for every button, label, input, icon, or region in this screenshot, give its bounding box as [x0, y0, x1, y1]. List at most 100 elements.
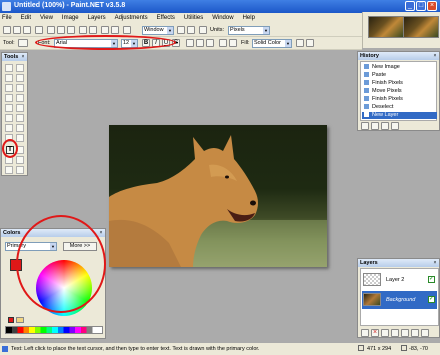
undo-icon[interactable]	[371, 122, 379, 130]
ruler-icon[interactable]	[199, 26, 207, 34]
deselect-icon[interactable]	[89, 26, 97, 34]
freeform-shape-tool[interactable]	[16, 166, 24, 174]
close-icon[interactable]: ×	[98, 230, 104, 236]
zoom-tool[interactable]	[5, 84, 13, 92]
zoom-select[interactable]: Window ▼	[142, 26, 174, 35]
layer-visibility-checkbox[interactable]: ✓	[428, 276, 435, 283]
menu-image[interactable]: Image	[62, 15, 79, 21]
layers-panel: Layers × Layer 2 ✓ Background ✓ ×	[357, 258, 440, 338]
units-select[interactable]: Pixels ▼	[228, 26, 270, 35]
ellipse-select-tool[interactable]	[16, 94, 24, 102]
fast-forward-icon[interactable]	[391, 122, 399, 130]
finish-pixels-icon	[364, 96, 369, 102]
ellipse-tool[interactable]	[5, 166, 13, 174]
history-item[interactable]: Deselect	[364, 104, 393, 111]
pencil-tool[interactable]	[5, 124, 13, 132]
move-selected-tool[interactable]	[16, 74, 24, 82]
maximize-button[interactable]: □	[416, 1, 426, 11]
merge-layer-icon[interactable]	[391, 329, 399, 337]
rewind-icon[interactable]	[361, 122, 369, 130]
layer-row[interactable]: Layer 2 ✓	[362, 271, 437, 289]
save-icon[interactable]	[23, 26, 31, 34]
palette-menu-icon[interactable]	[16, 317, 24, 323]
layer-visibility-checkbox[interactable]: ✓	[428, 296, 435, 303]
menu-layers[interactable]: Layers	[88, 15, 106, 21]
redo-icon[interactable]	[381, 122, 389, 130]
chevron-down-icon: ▼	[167, 27, 173, 34]
antialias-icon[interactable]	[219, 39, 227, 47]
palette-primary[interactable]	[8, 317, 14, 323]
add-layer-icon[interactable]	[361, 329, 369, 337]
new-file-icon[interactable]	[3, 26, 11, 34]
menu-adjustments[interactable]: Adjustments	[115, 15, 148, 21]
history-item[interactable]: Finish Pixels	[364, 96, 403, 103]
image-canvas[interactable]	[109, 125, 327, 267]
history-item[interactable]: Finish Pixels	[364, 80, 403, 87]
lasso-select-tool[interactable]	[5, 74, 13, 82]
menu-utilities[interactable]: Utilities	[184, 15, 203, 21]
layer-properties-icon[interactable]	[421, 329, 429, 337]
menu-help[interactable]: Help	[243, 15, 255, 21]
recolor-tool[interactable]	[16, 134, 24, 142]
menu-view[interactable]: View	[40, 15, 53, 21]
annotation-circle	[35, 35, 176, 50]
color-palette[interactable]	[5, 326, 103, 334]
zoom-out-icon[interactable]	[187, 26, 195, 34]
paste-icon[interactable]	[67, 26, 75, 34]
align-left-icon[interactable]	[186, 39, 194, 47]
menu-window[interactable]: Window	[212, 15, 233, 21]
move-selection-tool[interactable]	[16, 64, 24, 72]
paintbrush-tool[interactable]	[5, 114, 13, 122]
close-icon[interactable]: ×	[432, 260, 438, 266]
selection-mode-icon[interactable]	[306, 39, 314, 47]
rendering-icon[interactable]	[296, 39, 304, 47]
cut-icon[interactable]	[47, 26, 55, 34]
close-icon[interactable]: ×	[432, 53, 438, 59]
menu-edit[interactable]: Edit	[21, 15, 31, 21]
eraser-tool[interactable]	[16, 114, 24, 122]
history-item-selected[interactable]: New Layer	[362, 112, 437, 119]
print-icon[interactable]	[35, 26, 43, 34]
pan-tool[interactable]	[5, 94, 13, 102]
history-item[interactable]: Move Pixels	[364, 88, 402, 95]
grid-icon[interactable]	[123, 26, 131, 34]
magic-wand-tool[interactable]	[16, 84, 24, 92]
image-thumbnail[interactable]	[368, 16, 404, 38]
paint-bucket-tool[interactable]	[5, 104, 13, 112]
history-list: New Image Paste Finish Pixels Move Pixel…	[360, 61, 437, 121]
undo-icon[interactable]	[101, 26, 109, 34]
delete-layer-icon[interactable]: ×	[371, 329, 379, 337]
align-right-icon[interactable]	[206, 39, 214, 47]
close-button[interactable]: ×	[427, 1, 437, 11]
move-layer-down-icon[interactable]	[411, 329, 419, 337]
tool-label: Tool:	[3, 40, 15, 46]
tool-picker[interactable]	[18, 39, 28, 47]
color-picker-tool[interactable]	[16, 124, 24, 132]
rounded-rectangle-tool[interactable]	[16, 156, 24, 164]
blend-mode-icon[interactable]	[229, 39, 237, 47]
close-icon[interactable]: ×	[20, 54, 26, 60]
open-file-icon[interactable]	[13, 26, 21, 34]
layer-name: Background	[386, 297, 416, 303]
chevron-down-icon: ▼	[285, 40, 291, 47]
layer-row-selected[interactable]: Background ✓	[362, 291, 437, 309]
chevron-down-icon: ▼	[263, 27, 269, 34]
main-toolbar: Window ▼ Units: Pixels ▼	[0, 24, 362, 37]
image-thumbnail[interactable]	[403, 16, 439, 38]
text-tool-icon	[2, 346, 8, 352]
zoom-in-icon[interactable]	[177, 26, 185, 34]
redo-icon[interactable]	[111, 26, 119, 34]
menu-file[interactable]: File	[2, 15, 12, 21]
align-center-icon[interactable]	[196, 39, 204, 47]
move-layer-up-icon[interactable]	[401, 329, 409, 337]
history-item[interactable]: New Image	[364, 64, 400, 71]
fill-select[interactable]: Solid Color ▼	[252, 39, 292, 48]
gradient-tool[interactable]	[16, 104, 24, 112]
duplicate-layer-icon[interactable]	[381, 329, 389, 337]
menu-effects[interactable]: Effects	[157, 15, 175, 21]
rectangle-select-tool[interactable]	[5, 64, 13, 72]
crop-icon[interactable]	[79, 26, 87, 34]
history-item[interactable]: Paste	[364, 72, 386, 79]
copy-icon[interactable]	[57, 26, 65, 34]
minimize-button[interactable]: _	[405, 1, 415, 11]
